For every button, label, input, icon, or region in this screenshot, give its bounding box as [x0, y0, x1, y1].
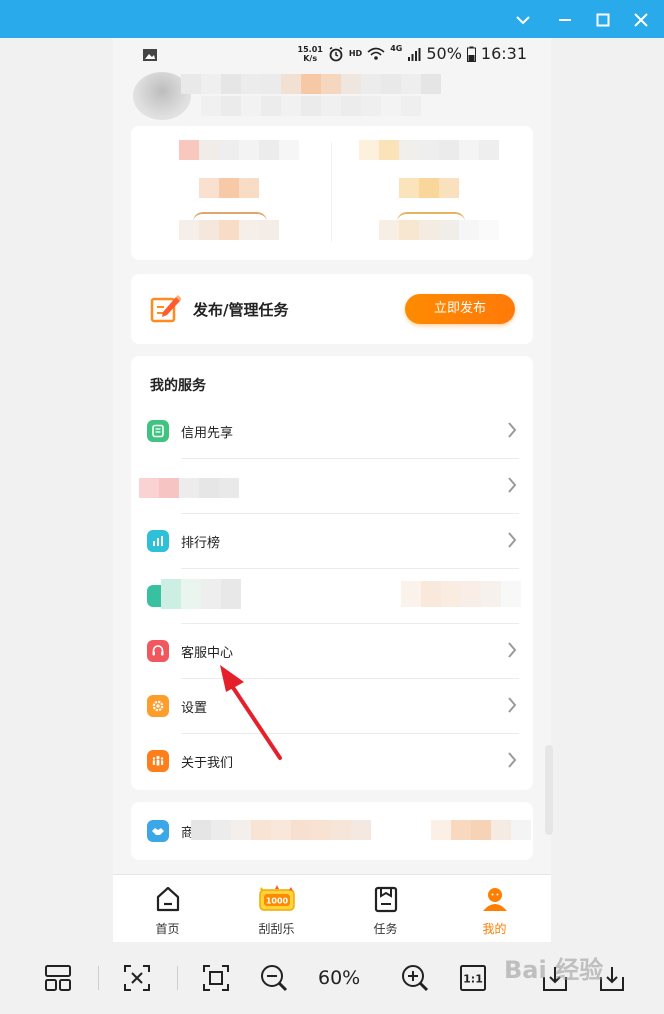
network-type: 4G: [390, 44, 403, 53]
alarm-icon: [329, 46, 343, 61]
people-icon: [147, 750, 169, 772]
service-label: 信用先享: [181, 426, 234, 441]
side-scroll-handle[interactable]: [545, 745, 553, 835]
fit-screen-icon: [203, 965, 229, 991]
publish-now-button[interactable]: 立即发布: [405, 294, 515, 324]
service-item-credit[interactable]: 信用先享: [131, 404, 533, 459]
clock: 16:31: [480, 44, 527, 63]
zoom-out-icon: [261, 965, 288, 992]
settings-icon: [147, 695, 169, 717]
battery-icon: [466, 46, 476, 62]
chevron-right-icon: [508, 752, 517, 768]
phone-screen: 15.01 K/s HD 4G 50% 16:31 发布/管理任务 立即发布 我…: [113, 38, 551, 942]
service-item-settings[interactable]: 设置: [131, 679, 533, 734]
tab-label: 任务: [373, 922, 398, 936]
chevron-right-icon: [508, 532, 517, 548]
bottom-tab-bar: 首页 1000 刮刮乐 任务 我的: [113, 874, 551, 942]
actual-size-icon: 1:1: [460, 965, 486, 991]
service-label: 设置: [181, 701, 208, 716]
credit-icon: [147, 420, 169, 442]
actual-size-button[interactable]: 1:1: [453, 958, 493, 998]
profile-icon: [482, 888, 507, 911]
service-item-ranking[interactable]: 排行榜: [131, 514, 533, 569]
zoom-out-button[interactable]: [254, 958, 294, 998]
chevron-right-icon: [508, 697, 517, 713]
profile-header-blurred: [133, 66, 441, 122]
close-button[interactable]: [628, 7, 654, 33]
my-services-card: 我的服务 信用先享 排行榜 客服中心 设置 关于我们: [131, 356, 533, 790]
screenshot-icon: [124, 965, 150, 991]
stats-card-blurred: [131, 126, 533, 260]
service-item-blurred[interactable]: [131, 569, 533, 624]
tab-scratch-card[interactable]: 1000 刮刮乐: [222, 875, 331, 942]
signal-icon: [408, 47, 421, 61]
chevron-right-icon: [508, 642, 517, 658]
tab-label: 首页: [155, 922, 180, 936]
network-speed: 15.01 K/s: [297, 44, 323, 63]
baidu-watermark: Bai 经验: [504, 956, 604, 984]
stat-divider: [331, 142, 332, 242]
actual-size-label: 1:1: [463, 973, 483, 986]
chevron-down-icon[interactable]: [510, 7, 536, 33]
tab-label: 我的: [482, 922, 507, 936]
layout-icon: [45, 965, 71, 991]
business-card[interactable]: 商: [131, 802, 533, 860]
zoom-in-icon: [402, 965, 429, 992]
zoom-level: 60%: [318, 967, 361, 989]
zoom-in-button[interactable]: [395, 958, 435, 998]
layout-button[interactable]: [38, 958, 78, 998]
battery-percent: 50%: [426, 44, 462, 63]
scratch-card-icon: 1000: [258, 885, 295, 911]
publish-task-label: 发布/管理任务: [193, 301, 289, 319]
service-item-about-us[interactable]: 关于我们: [131, 734, 533, 789]
handshake-icon: [147, 820, 169, 842]
tab-home[interactable]: 首页: [113, 875, 222, 942]
ranking-chart-icon: [147, 530, 169, 552]
services-title: 我的服务: [150, 378, 206, 394]
fit-screen-button[interactable]: [196, 958, 236, 998]
tab-label: 刮刮乐: [258, 922, 295, 936]
hd-indicator: HD: [348, 49, 363, 58]
service-label: 客服中心: [181, 646, 234, 661]
service-label: 关于我们: [181, 756, 234, 771]
minimize-button[interactable]: [552, 7, 578, 33]
screenshot-button[interactable]: [117, 958, 157, 998]
image-notification-icon: [143, 49, 157, 61]
service-label: 排行榜: [181, 536, 221, 551]
scratch-card-badge: 1000: [265, 897, 288, 906]
tab-task[interactable]: 任务: [331, 875, 440, 942]
task-icon: [374, 886, 397, 913]
edit-task-icon: [150, 295, 181, 323]
tab-me[interactable]: 我的: [440, 875, 549, 942]
wifi-icon: [367, 47, 385, 60]
service-item-customer-service[interactable]: 客服中心: [131, 624, 533, 679]
service-item-blurred[interactable]: [131, 459, 533, 514]
headset-icon: [147, 640, 169, 662]
chevron-right-icon: [508, 422, 517, 438]
publish-task-card: 发布/管理任务 立即发布: [131, 274, 533, 344]
maximize-button[interactable]: [590, 7, 616, 33]
window-titlebar: [0, 0, 664, 38]
chevron-right-icon: [508, 477, 517, 493]
home-icon: [156, 886, 179, 912]
